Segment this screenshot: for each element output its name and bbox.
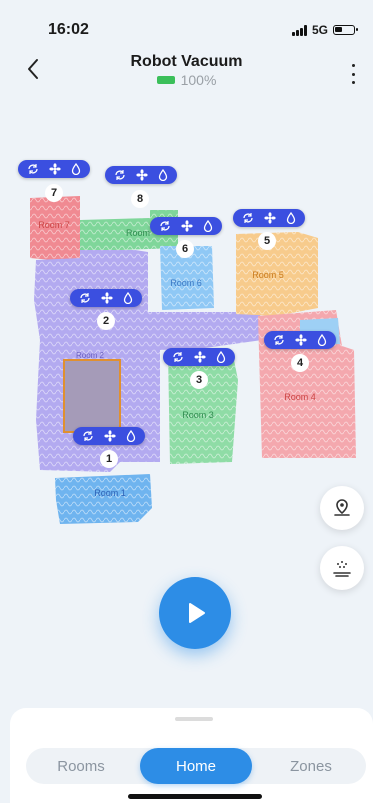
water-drop-icon [317, 334, 327, 346]
dot [351, 64, 355, 67]
dock-icon [333, 561, 351, 577]
battery-icon [333, 25, 358, 35]
room-2-label: Room 2 [76, 351, 105, 360]
room-8-label: Room [126, 228, 150, 238]
room-6-label: Room 6 [170, 278, 202, 288]
cycle-icon [115, 170, 125, 180]
room-number-badge[interactable]: 4 [291, 354, 309, 372]
tab-zones[interactable]: Zones [256, 748, 366, 784]
header: Robot Vacuum 100% [0, 48, 373, 96]
home-indicator [128, 794, 262, 799]
page-title: Robot Vacuum [130, 53, 243, 70]
room-number-badge[interactable]: 8 [131, 190, 149, 208]
room-number-badge[interactable]: 5 [258, 232, 276, 250]
dot [351, 81, 355, 84]
room-3-settings-chip[interactable] [163, 348, 235, 366]
room-2-settings-chip[interactable] [70, 289, 142, 307]
water-drop-icon [71, 163, 81, 175]
water-drop-icon [286, 212, 296, 224]
room-5-settings-chip[interactable] [233, 209, 305, 227]
water-drop-icon [158, 169, 168, 181]
mode-tabs: Rooms Home Zones [26, 748, 366, 784]
room-7-label: Room 7 [38, 220, 70, 230]
battery-level-icon [156, 76, 175, 84]
fan-icon [264, 212, 276, 224]
water-drop-icon [123, 292, 133, 304]
play-icon [189, 603, 205, 623]
status-bar: 16:02 5G [0, 0, 373, 44]
battery-status: 100% [0, 72, 373, 88]
location-pin-icon [334, 499, 350, 516]
room-8-settings-chip[interactable] [105, 166, 177, 184]
fan-icon [101, 292, 113, 304]
fan-icon [49, 163, 61, 175]
dot [351, 72, 355, 76]
network-type: 5G [311, 23, 328, 37]
start-cleaning-button[interactable] [159, 577, 231, 649]
room-number-badge[interactable]: 7 [45, 184, 63, 202]
dock-button[interactable] [320, 546, 364, 590]
fan-icon [136, 169, 148, 181]
battery-percent: 100% [180, 72, 217, 88]
room-1-area[interactable] [55, 474, 152, 524]
room-4-label: Room 4 [284, 392, 316, 402]
more-options-button[interactable] [343, 62, 363, 86]
tab-rooms[interactable]: Rooms [26, 748, 136, 784]
status-indicators: 5G [291, 23, 358, 37]
cycle-icon [83, 431, 93, 441]
cycle-icon [160, 221, 170, 231]
water-drop-icon [126, 430, 136, 442]
cycle-icon [80, 293, 90, 303]
room-1-settings-chip[interactable] [73, 427, 145, 445]
room-3-label: Room 3 [182, 410, 214, 420]
fan-icon [295, 334, 307, 346]
bottom-sheet: Rooms Home Zones [10, 708, 373, 803]
fan-icon [104, 430, 116, 442]
room-number-badge[interactable]: 6 [176, 240, 194, 258]
room-number-badge[interactable]: 1 [100, 450, 118, 468]
room-6-settings-chip[interactable] [150, 217, 222, 235]
room-3-area[interactable] [168, 350, 238, 464]
room-1-label: Room 1 [94, 488, 126, 498]
cycle-icon [28, 164, 38, 174]
fan-icon [181, 220, 193, 232]
room-7-settings-chip[interactable] [18, 160, 90, 178]
signal-icon [291, 24, 307, 36]
tab-home[interactable]: Home [140, 748, 252, 784]
floor-map[interactable]: Room 2 Room 7 Room Room 6 Room 5 Room 3 … [0, 140, 373, 560]
room-number-badge[interactable]: 3 [190, 371, 208, 389]
water-drop-icon [216, 351, 226, 363]
cycle-icon [274, 335, 284, 345]
room-4-settings-chip[interactable] [264, 331, 336, 349]
location-button[interactable] [320, 486, 364, 530]
cycle-icon [243, 213, 253, 223]
sheet-handle[interactable] [175, 717, 213, 721]
status-time: 16:02 [48, 21, 89, 38]
cycle-icon [173, 352, 183, 362]
room-5-label: Room 5 [252, 270, 284, 280]
water-drop-icon [203, 220, 213, 232]
room-number-badge[interactable]: 2 [97, 312, 115, 330]
fan-icon [194, 351, 206, 363]
